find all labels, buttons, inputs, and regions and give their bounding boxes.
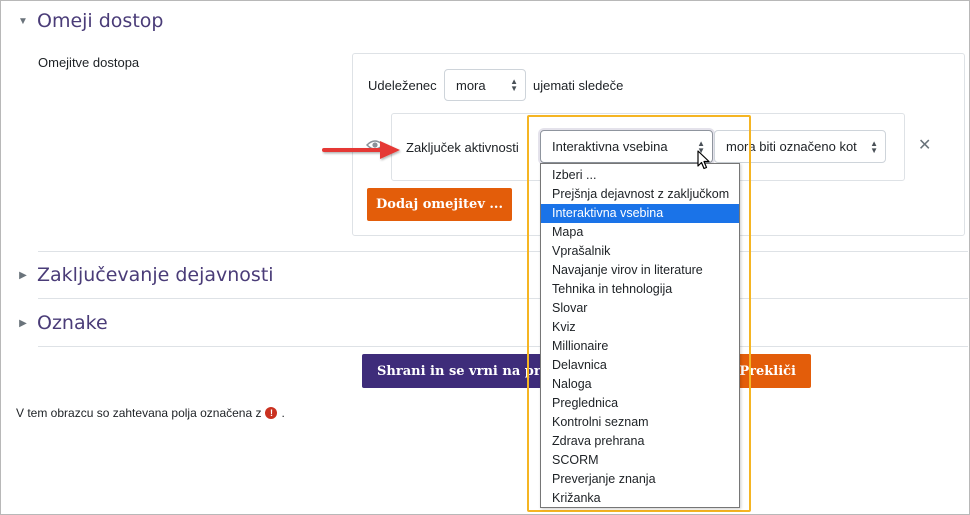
section-tags[interactable]: ▶ Oznake (17, 312, 108, 334)
dropdown-option[interactable]: Križanka (541, 489, 739, 508)
condition-label: Zaključek aktivnosti (406, 140, 519, 155)
dropdown-option[interactable]: Preverjanje znanja (541, 470, 739, 489)
divider (38, 346, 968, 347)
dropdown-option[interactable]: Millionaire (541, 337, 739, 356)
red-arrow-icon (322, 141, 400, 159)
dropdown-option[interactable]: Kontrolni seznam (541, 413, 739, 432)
dropdown-option-selected[interactable]: Interaktivna vsebina (541, 204, 739, 223)
dropdown-option[interactable]: Navajanje virov in literature (541, 261, 739, 280)
required-fields-note: V tem obrazcu so zahtevana polja označen… (16, 406, 285, 420)
section-restrict-access[interactable]: ▼ Omeji dostop (17, 10, 163, 32)
dropdown-option[interactable]: Kviz (541, 318, 739, 337)
caret-right-icon[interactable]: ▶ (17, 269, 29, 281)
divider (38, 298, 968, 299)
dropdown-option[interactable]: SCORM (541, 451, 739, 470)
section-title-completion: Zaključevanje dejavnosti (37, 264, 274, 286)
required-exclamation-icon: ! (265, 407, 278, 419)
dropdown-option[interactable]: Prejšnja dejavnost z zaključkom (541, 185, 739, 204)
select-arrows-icon: ▲ ▼ (510, 77, 518, 93)
dropdown-option[interactable]: Slovar (541, 299, 739, 318)
section-activity-completion[interactable]: ▶ Zaključevanje dejavnosti (17, 264, 274, 286)
restrict-field-label: Omejitve dostopa (38, 55, 140, 70)
save-return-button[interactable]: Shrani in se vrni na predmet (362, 354, 542, 388)
dropdown-option[interactable]: Delavnica (541, 356, 739, 375)
required-note-text: V tem obrazcu so zahtevana polja označen… (16, 406, 262, 420)
divider (38, 251, 968, 252)
dropdown-option[interactable]: Vprašalnik (541, 242, 739, 261)
dropdown-option[interactable]: Zdrava prehrana (541, 432, 739, 451)
dropdown-option[interactable]: Tehnika in tehnologija (541, 280, 739, 299)
dropdown-option[interactable]: Preglednica (541, 394, 739, 413)
mouse-pointer-icon (697, 150, 710, 170)
required-note-end: . (281, 406, 285, 420)
dropdown-option[interactable]: Naloga (541, 375, 739, 394)
add-restriction-button[interactable]: Dodaj omejitev ... (367, 188, 512, 221)
section-title-tags: Oznake (37, 312, 108, 334)
section-title-restrict: Omeji dostop (37, 10, 164, 32)
must-suffix-text: ujemati sledeče (533, 78, 624, 93)
must-select[interactable]: mora ▲ ▼ (444, 69, 526, 101)
must-select-value: mora (456, 77, 486, 93)
caret-right-icon[interactable]: ▶ (17, 317, 29, 329)
select-arrows-icon: ▲ ▼ (870, 138, 878, 155)
participant-label: Udeleženec (368, 78, 437, 93)
caret-down-icon[interactable]: ▼ (17, 15, 29, 27)
activity-dropdown-list[interactable]: Izberi ... Prejšnja dejavnost z zaključk… (540, 163, 740, 508)
close-icon[interactable]: ✕ (918, 135, 931, 155)
dropdown-option[interactable]: Mapa (541, 223, 739, 242)
